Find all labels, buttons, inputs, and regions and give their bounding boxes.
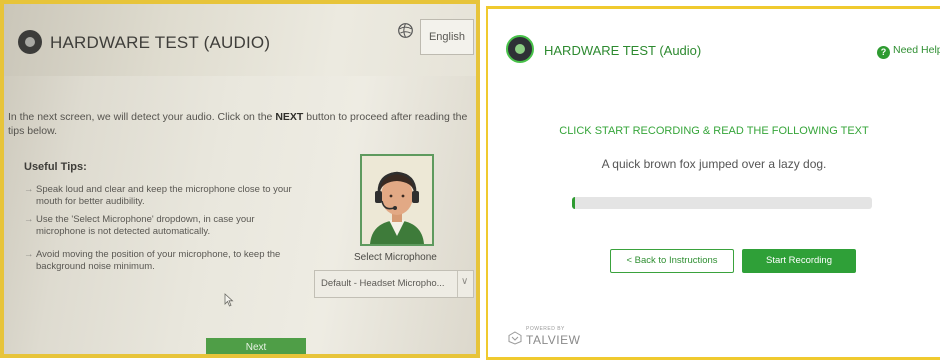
talview-logo-icon [508,331,522,345]
app-logo-icon [18,30,42,54]
laptop-screen: HARDWARE TEST (AUDIO) English In the nex… [4,4,476,354]
intro-text: In the next screen, we will detect your … [8,111,468,137]
tips-heading: Useful Tips: [24,161,87,173]
select-microphone-label: Select Microphone [354,252,437,263]
arrow-icon: → [24,214,34,225]
chevron-down-icon[interactable]: ∨ [461,276,468,287]
tip-text: Use the 'Select Microphone' dropdown, in… [36,214,255,237]
right-app-panel: HARDWARE TEST (Audio) ?Need Help? CLICK … [486,6,940,360]
headset-avatar [360,154,434,246]
need-help-link[interactable]: ?Need Help? [877,44,940,59]
left-photo-panel: HARDWARE TEST (AUDIO) English In the nex… [0,0,480,358]
language-select[interactable]: English [420,19,474,55]
microphone-dropdown[interactable]: Default - Headset Micropho... ∨ [314,270,474,298]
globe-icon[interactable] [397,22,414,39]
mouse-cursor-icon [224,293,234,307]
microphone-selected-value: Default - Headset Micropho... [321,278,445,289]
next-button[interactable]: Next [206,338,306,354]
start-recording-button[interactable]: Start Recording [742,249,856,273]
dropdown-divider [457,271,458,297]
right-page-title: HARDWARE TEST (Audio) [544,43,702,58]
arrow-icon: → [24,249,34,260]
sample-sentence: A quick brown fox jumped over a lazy dog… [601,157,827,171]
recording-progress-bar [572,197,872,209]
help-icon: ? [877,46,890,59]
talview-brand: TALVIEW [526,333,581,347]
back-to-instructions-button[interactable]: < Back to Instructions [610,249,734,273]
need-help-label: Need Help? [893,44,940,56]
tip-text: Speak loud and clear and keep the microp… [36,184,292,207]
powered-by-label: POWERED BY [526,326,565,332]
arrow-icon: → [24,184,34,195]
app-logo-icon [506,35,534,63]
left-page-title: HARDWARE TEST (AUDIO) [50,33,271,52]
recording-instruction: CLICK START RECORDING & READ THE FOLLOWI… [559,125,869,137]
tip-text: Avoid moving the position of your microp… [36,249,281,272]
recording-progress-fill [572,197,575,209]
